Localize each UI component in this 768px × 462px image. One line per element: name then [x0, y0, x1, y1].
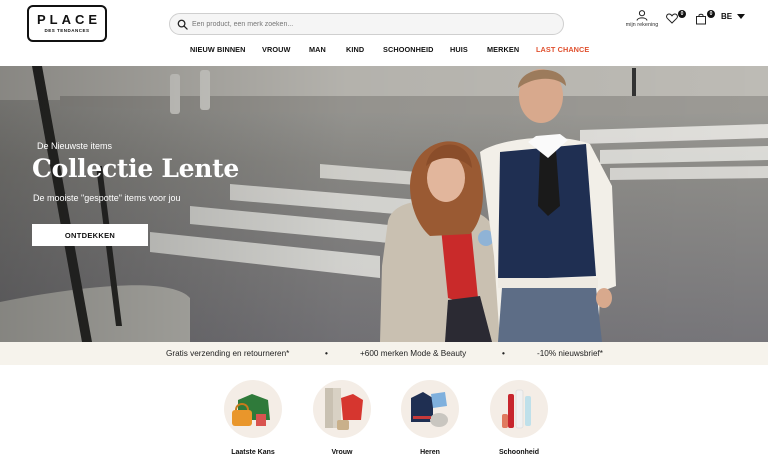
cart-count-badge: 0 — [707, 10, 715, 18]
category-label[interactable]: Schoonheid — [490, 449, 548, 456]
category-schoonheid[interactable]: Schoonheid — [490, 380, 548, 456]
nav-item-vrouw[interactable]: VROUW — [262, 45, 290, 54]
hero-photo — [0, 66, 768, 342]
wishlist-button[interactable]: 0 — [666, 10, 686, 25]
main-navigation: NIEUW BINNEN VROUW MAN KIND SCHOONHEID H… — [0, 45, 768, 59]
category-label[interactable]: Vrouw — [313, 449, 371, 456]
hero-banner: De Nieuwste items Collectie Lente De moo… — [0, 66, 768, 342]
hero-title: Collectie Lente — [32, 154, 239, 183]
logo-tagline: DES TENDANCES — [44, 28, 90, 33]
category-image[interactable] — [313, 380, 371, 438]
nav-item-nieuw-binnen[interactable]: NIEUW BINNEN — [190, 45, 246, 54]
logo-wordmark: PLACE — [36, 12, 102, 27]
category-image[interactable] — [401, 380, 459, 438]
discover-button[interactable]: ONTDEKKEN — [32, 224, 148, 246]
category-label[interactable]: Laatste Kans — [224, 449, 282, 456]
hero-subtitle: De mooiste "gespotte" items voor jou — [33, 193, 181, 203]
category-label[interactable]: Heren — [401, 449, 459, 456]
mens-clothing-icon — [411, 392, 448, 427]
womens-clothing-icon — [325, 388, 363, 430]
wishlist-count-badge: 0 — [678, 10, 686, 18]
search-bar[interactable] — [169, 13, 564, 35]
language-label: BE — [721, 12, 733, 21]
search-input[interactable] — [192, 17, 552, 31]
search-icon[interactable] — [177, 19, 188, 30]
category-vrouw[interactable]: Vrouw — [313, 380, 371, 456]
chevron-down-icon — [737, 14, 746, 19]
hero-kicker: De Nieuwste items — [37, 141, 113, 151]
usp-separator: • — [325, 349, 328, 358]
category-image[interactable] — [224, 380, 282, 438]
category-image[interactable] — [490, 380, 548, 438]
site-header: PLACE DES TENDANCES mijn rekening 0 0 BE — [0, 0, 768, 66]
beauty-products-icon — [502, 389, 531, 429]
user-icon — [636, 10, 648, 21]
usp-free-shipping: Gratis verzending en retourneren* — [166, 349, 290, 358]
shopping-bag-icon — [696, 13, 706, 25]
account-button[interactable]: mijn rekening — [622, 10, 662, 34]
site-logo[interactable]: PLACE DES TENDANCES — [27, 5, 107, 42]
language-selector[interactable]: BE — [721, 12, 746, 21]
usp-bar: Gratis verzending en retourneren* • +600… — [0, 342, 768, 365]
usp-separator: • — [502, 349, 505, 358]
nav-item-man[interactable]: MAN — [309, 45, 326, 54]
category-heren[interactable]: Heren — [401, 380, 459, 456]
account-label: mijn rekening — [625, 22, 659, 28]
nav-item-merken[interactable]: MERKEN — [487, 45, 519, 54]
usp-brands: +600 merken Mode & Beauty — [360, 349, 467, 358]
nav-item-huis[interactable]: HUIS — [450, 45, 468, 54]
category-laatste-kans[interactable]: Laatste Kans — [224, 380, 282, 456]
nav-item-schoonheid[interactable]: SCHOONHEID — [383, 45, 433, 54]
nav-item-last-chance[interactable]: LAST CHANCE — [536, 45, 589, 54]
nav-item-kind[interactable]: KIND — [346, 45, 364, 54]
bag-and-sweater-icon — [232, 394, 270, 426]
usp-newsletter: -10% nieuwsbrief* — [537, 349, 603, 358]
cart-button[interactable]: 0 — [695, 10, 715, 25]
heart-icon — [666, 13, 678, 24]
